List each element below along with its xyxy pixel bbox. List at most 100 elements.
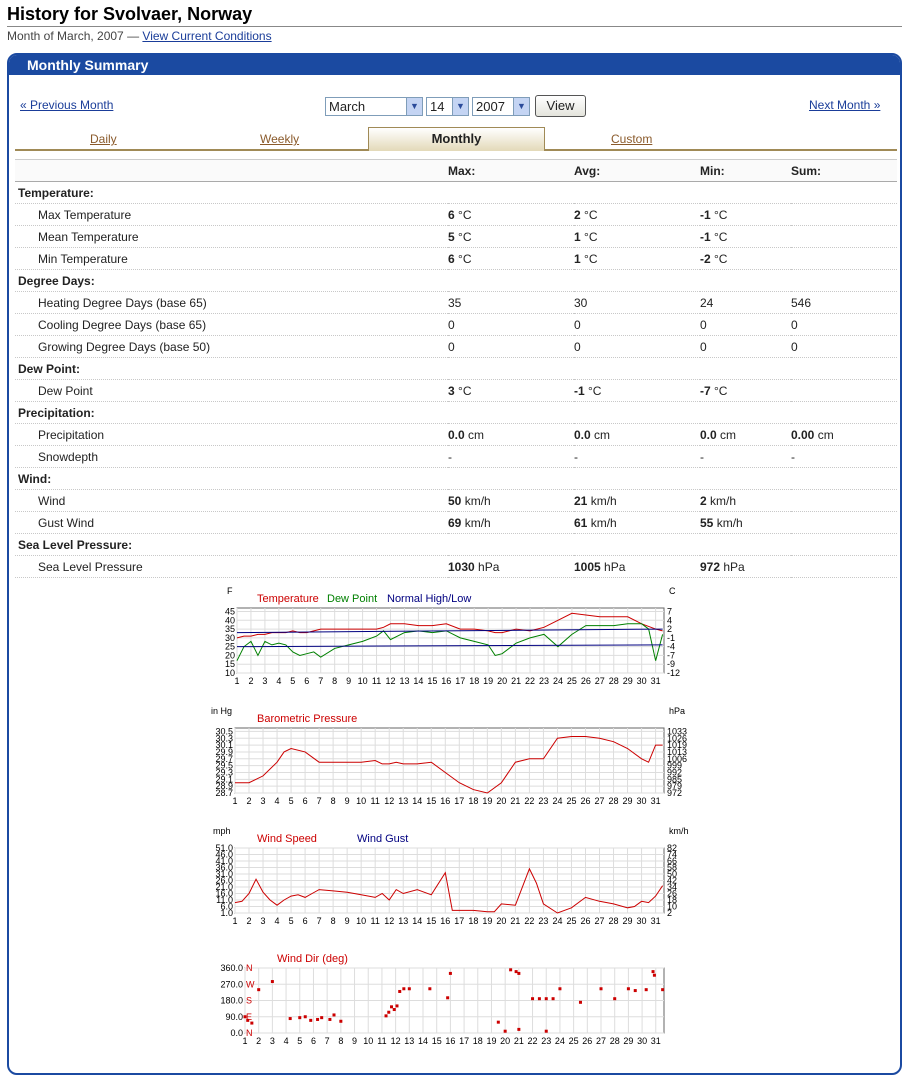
table-header: Avg: — [574, 159, 700, 182]
x-tick-label: 2 — [247, 796, 252, 806]
cell-max: 0 — [448, 335, 574, 358]
x-tick-label: 22 — [524, 916, 534, 926]
legend-label: Dew Point — [327, 593, 377, 605]
month-select[interactable]: March ▼ — [325, 97, 423, 116]
data-point — [514, 970, 518, 974]
cell-value: -7 — [700, 383, 711, 398]
x-tick-label: 16 — [445, 1036, 455, 1046]
cell-value: 30 — [574, 295, 588, 310]
cell-value: 0 — [791, 339, 798, 354]
temperature-chart-svg: 1 2 3 4 5 6 7 8 9 10 11 12 13 14 15 16 17 18 19 20 21 22 23 24 2… — [225, 586, 680, 686]
next-month-link[interactable]: Next Month » — [809, 98, 880, 112]
cell-min: - — [700, 445, 791, 468]
cell-unit: km/h — [587, 515, 617, 530]
x-tick-label: 31 — [651, 1036, 661, 1046]
x-tick-label: 20 — [496, 796, 506, 806]
x-tick-label: 8 — [332, 676, 337, 686]
x-tick-label: 6 — [304, 676, 309, 686]
left-unit-label: in Hg — [211, 706, 232, 716]
cell-sum — [791, 489, 897, 512]
month-select-value: March — [329, 99, 366, 114]
data-point — [551, 997, 555, 1001]
view-current-conditions-link[interactable]: View Current Conditions — [142, 29, 271, 43]
x-tick-label: 12 — [391, 1036, 401, 1046]
cell-value: 35 — [448, 295, 462, 310]
section-title: Dew Point: — [15, 357, 897, 380]
row-label: Min Temperature — [15, 247, 448, 270]
cell-unit: °C — [454, 207, 472, 222]
row-label: Snowdepth — [15, 445, 448, 468]
data-point — [531, 997, 535, 1001]
cell-sum — [791, 203, 897, 226]
x-tick-label: 18 — [468, 916, 478, 926]
table-row: Growing Degree Days (base 50) 0 0 0 0 — [15, 335, 897, 358]
x-tick-label: 3 — [262, 676, 267, 686]
cell-sum: 0.00 cm — [791, 423, 897, 446]
cell-min: 972 hPa — [700, 555, 791, 578]
x-tick-label: 14 — [412, 796, 422, 806]
x-tick-label: 14 — [412, 916, 422, 926]
table-header-label — [15, 159, 448, 182]
cell-unit: °C — [710, 229, 728, 244]
wind-direction-chart-svg: 1 2 3 4 5 6 7 8 9 10 11 12 13 14 15 16 17 18 19 20 21 22 23 24 2… — [220, 953, 665, 1046]
tab-weekly[interactable]: Weekly — [260, 132, 299, 146]
x-tick-label: 30 — [637, 916, 647, 926]
x-tick-label: 17 — [454, 796, 464, 806]
year-select[interactable]: 2007 ▼ — [472, 97, 530, 116]
previous-month-link[interactable]: « Previous Month — [20, 98, 113, 112]
section-title: Precipitation: — [15, 401, 897, 424]
cell-min: -2 °C — [700, 247, 791, 270]
y-tick-label-left: 270.0 — [220, 979, 243, 989]
x-tick-label: 7 — [318, 676, 323, 686]
x-tick-label: 26 — [581, 676, 591, 686]
tab-custom[interactable]: Custom — [611, 132, 652, 146]
data-point — [298, 1016, 302, 1020]
data-point — [428, 987, 432, 991]
x-tick-label: 22 — [528, 1036, 538, 1046]
cell-value: 0.00 — [791, 427, 815, 442]
y-tick-label-left: 90.0 — [225, 1012, 243, 1022]
cell-value: 972 — [700, 559, 721, 574]
x-tick-label: 14 — [413, 676, 423, 686]
direction-label: N — [246, 963, 253, 973]
cell-value: 0 — [574, 339, 581, 354]
x-tick-label: 3 — [261, 796, 266, 806]
cell-sum: 0 — [791, 335, 897, 358]
section-title: Wind: — [15, 467, 897, 490]
x-tick-label: 5 — [289, 916, 294, 926]
data-point — [387, 1010, 391, 1014]
section-row: Dew Point: — [15, 357, 897, 380]
x-tick-label: 12 — [384, 796, 394, 806]
cell-value: 55 — [700, 515, 714, 530]
x-tick-label: 16 — [441, 676, 451, 686]
table-row: Dew Point 3 °C -1 °C -7 °C — [15, 379, 897, 402]
x-tick-label: 2 — [248, 676, 253, 686]
cell-max: 35 — [448, 291, 574, 314]
table-row: Mean Temperature 5 °C 1 °C -1 °C — [15, 225, 897, 248]
cell-value: 0.0 — [448, 427, 465, 442]
row-label: Mean Temperature — [15, 225, 448, 248]
data-point — [407, 987, 411, 991]
cell-max: 5 °C — [448, 225, 574, 248]
data-point — [257, 988, 261, 992]
data-point — [250, 1021, 254, 1025]
cell-value: - — [791, 449, 795, 464]
tab-daily[interactable]: Daily — [90, 132, 117, 146]
cell-unit: hPa — [720, 559, 745, 574]
x-tick-label: 12 — [384, 916, 394, 926]
x-tick-label: 21 — [510, 916, 520, 926]
data-point — [517, 1027, 521, 1031]
view-button[interactable]: View — [535, 95, 586, 117]
x-tick-label: 4 — [275, 916, 280, 926]
data-point — [517, 971, 521, 975]
y-tick-label-left: 10 — [225, 668, 235, 678]
x-tick-label: 16 — [440, 796, 450, 806]
section-row: Degree Days: — [15, 269, 897, 292]
tab-monthly[interactable]: Monthly — [368, 127, 545, 151]
cell-value: 0 — [448, 339, 455, 354]
day-select[interactable]: 14 ▼ — [426, 97, 469, 116]
data-point — [544, 1029, 548, 1033]
x-tick-label: 29 — [623, 676, 633, 686]
cell-min: 0.0 cm — [700, 423, 791, 446]
x-tick-label: 28 — [609, 796, 619, 806]
